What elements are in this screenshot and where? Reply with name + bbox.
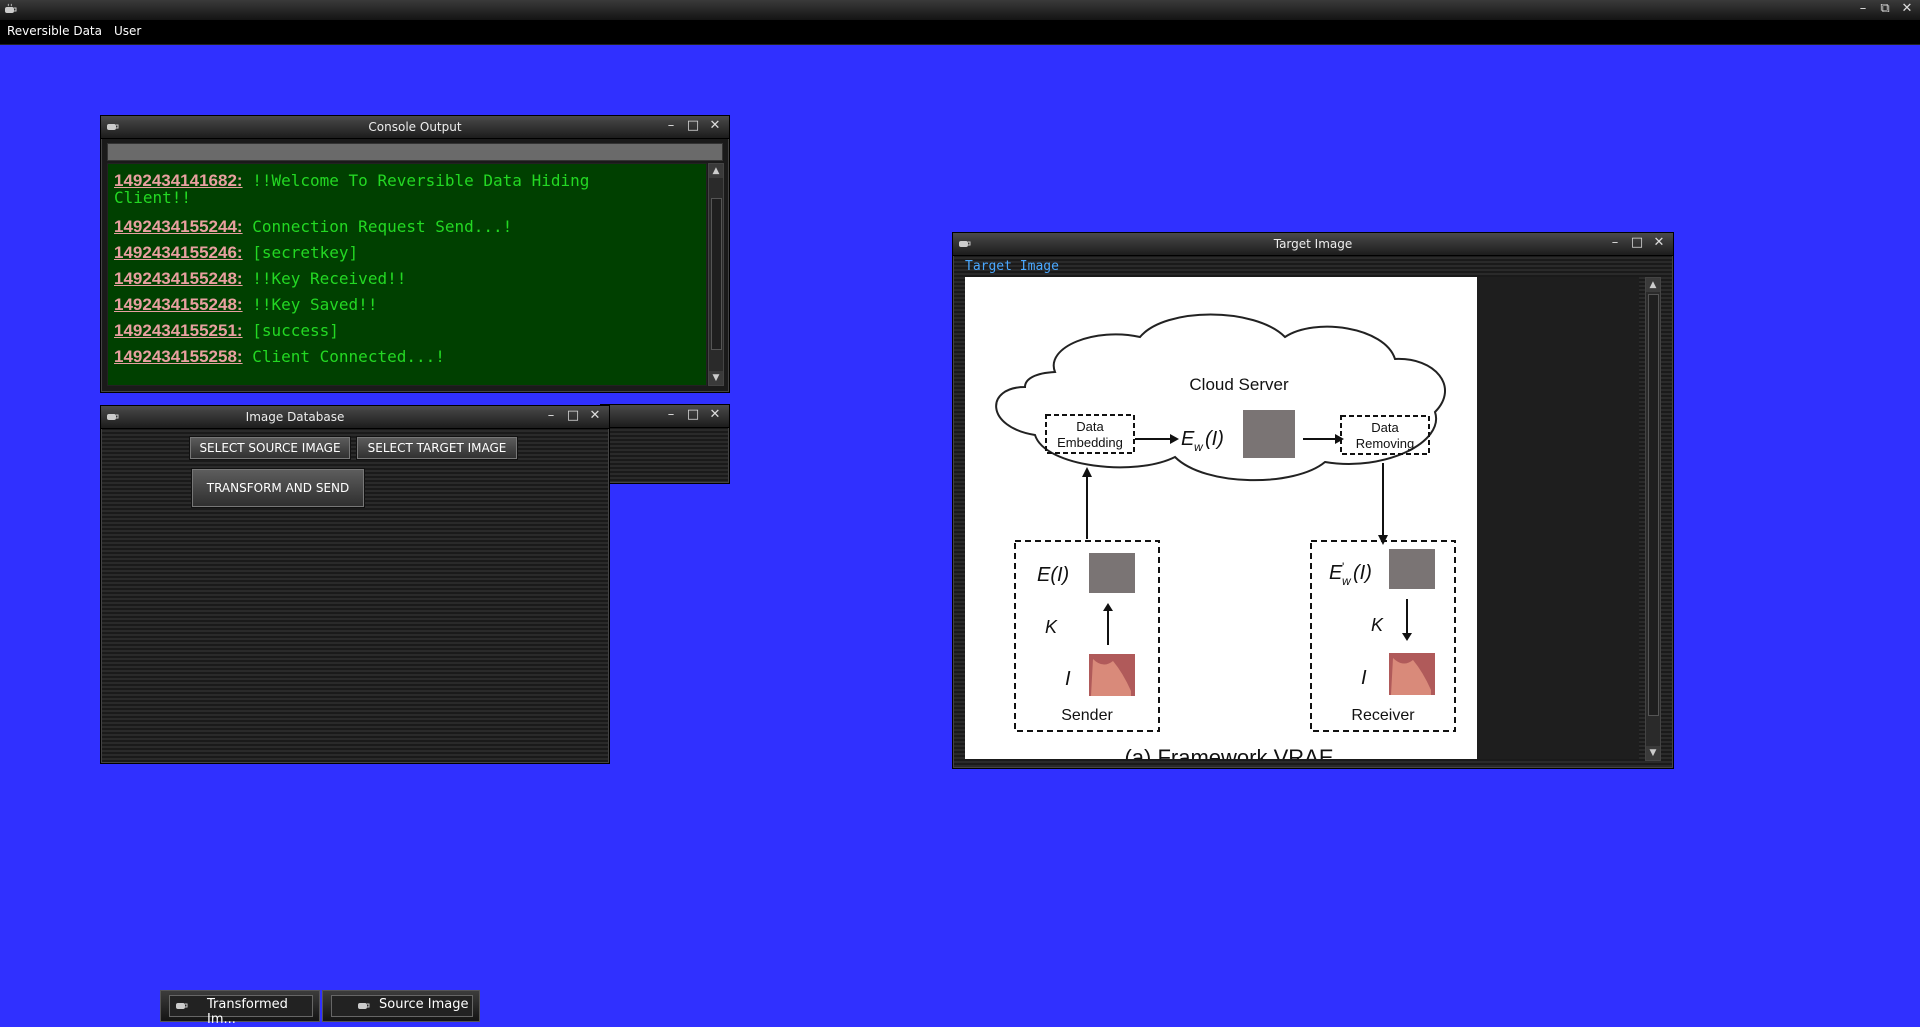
ew-subscript: w	[1194, 440, 1204, 454]
console-timestamp: 1492434155246:	[114, 243, 243, 262]
console-scrollbar[interactable]: ▲ ▼	[708, 163, 724, 386]
app-title-bar: – ⧉ ✕	[0, 0, 1920, 20]
maximize-button[interactable]: □	[685, 407, 701, 423]
console-line: 1492434155246: [secretkey]	[114, 240, 700, 266]
java-cup-icon	[5, 3, 17, 13]
target-image-title-bar[interactable]: Target Image – □ ✕	[953, 233, 1673, 256]
data-removing-label: Data	[1371, 420, 1399, 435]
menubar: Reversible Data User	[0, 20, 1920, 45]
figure-caption: (a) Framework VRAE	[1124, 745, 1333, 759]
select-source-image-button[interactable]: SELECT SOURCE IMAGE	[189, 436, 351, 460]
maximize-button[interactable]: □	[1629, 235, 1645, 251]
image-database-title: Image Database	[245, 410, 345, 424]
console-timestamp: 1492434155251:	[114, 321, 243, 340]
target-image-frame[interactable]: Target Image – □ ✕ Target Image Cloud Se…	[952, 232, 1674, 769]
iconified-frame-label: Source Image	[379, 997, 469, 1012]
console-message: !!Key Received!!	[252, 269, 407, 288]
menu-reversible-data[interactable]: Reversible Data	[0, 20, 107, 38]
console-message: Client!!	[114, 188, 192, 207]
target-image-scrollbar[interactable]: ▲ ▼	[1645, 277, 1661, 761]
console-message: [success]	[252, 321, 339, 340]
i-label: I	[1065, 668, 1071, 690]
image-viewport-empty	[1477, 277, 1639, 759]
maximize-button[interactable]: □	[685, 118, 701, 134]
app-close-button[interactable]: ✕	[1900, 1, 1914, 17]
encrypted-image-block	[1243, 410, 1295, 458]
iconified-frame-transformed-image[interactable]: Transformed Im...	[160, 990, 320, 1027]
maximize-button[interactable]: □	[565, 408, 581, 424]
ew-label: E	[1181, 428, 1195, 450]
app-minimize-button[interactable]: –	[1856, 1, 1870, 17]
scroll-up-icon[interactable]: ▲	[1646, 278, 1660, 292]
console-message: !!Welcome To Reversible Data Hiding	[252, 171, 590, 190]
console-line: 1492434155258: Client Connected...!	[114, 344, 700, 370]
menu-user[interactable]: User	[107, 20, 146, 38]
transform-and-send-button[interactable]: TRANSFORM AND SEND	[191, 468, 365, 508]
console-output-frame[interactable]: Console Output – □ ✕ 1492434141682: !!We…	[100, 115, 730, 393]
console-line: 1492434155248: !!Key Received!!	[114, 266, 700, 292]
data-embedding-label: Embedding	[1057, 435, 1123, 450]
close-button[interactable]: ✕	[707, 118, 723, 134]
background-frame[interactable]: – □ ✕	[600, 404, 730, 484]
console-text-area[interactable]: 1492434141682: !!Welcome To Reversible D…	[107, 163, 707, 386]
background-frame-title-bar[interactable]: – □ ✕	[601, 405, 729, 428]
image-database-frame[interactable]: Image Database – □ ✕ SELECT SOURCE IMAGE…	[100, 405, 610, 764]
cloud-shape	[995, 313, 1446, 482]
i-label: I	[1361, 667, 1367, 689]
data-embedding-label: Data	[1076, 419, 1104, 434]
data-removing-label: Removing	[1356, 436, 1415, 451]
console-message: Client Connected...!	[252, 347, 445, 366]
receiver-label: Receiver	[1351, 707, 1415, 724]
java-cup-icon	[176, 1003, 188, 1009]
ewp-label: E	[1329, 562, 1343, 584]
image-database-title-bar[interactable]: Image Database – □ ✕	[101, 406, 609, 429]
iconified-frame-source-image[interactable]: Source Image	[322, 990, 480, 1022]
console-timestamp: 1492434155248:	[114, 295, 243, 314]
target-image-title: Target Image	[1273, 237, 1353, 251]
iconified-frame-label: Transformed Im...	[207, 997, 288, 1027]
encrypted-image-block	[1089, 553, 1135, 593]
select-target-image-button[interactable]: SELECT TARGET IMAGE	[356, 436, 518, 460]
console-title-bar[interactable]: Console Output – □ ✕	[101, 116, 729, 139]
ewp-subscript: w	[1342, 574, 1352, 588]
scroll-down-icon[interactable]: ▼	[709, 371, 723, 385]
ewp-paren: (I)	[1353, 562, 1372, 584]
key-label: K	[1045, 617, 1058, 637]
ewp-superscript: '	[1342, 560, 1344, 574]
scrollbar-thumb[interactable]	[711, 198, 722, 350]
console-message: !!Key Saved!!	[252, 295, 378, 314]
scroll-down-icon[interactable]: ▼	[1646, 746, 1660, 760]
encrypted-image-block	[1389, 549, 1435, 589]
console-line: 1492434155248: !!Key Saved!!	[114, 292, 700, 318]
console-line: 1492434155244: Connection Request Send..…	[114, 214, 700, 240]
ew-paren: (I)	[1205, 428, 1224, 450]
app-maximize-button[interactable]: ⧉	[1878, 1, 1892, 17]
minimize-button[interactable]: –	[663, 407, 679, 423]
close-button[interactable]: ✕	[707, 407, 723, 423]
key-label: K	[1371, 615, 1384, 635]
close-button[interactable]: ✕	[587, 408, 603, 424]
target-image-label: Target Image	[965, 259, 1059, 274]
console-title: Console Output	[368, 120, 462, 134]
console-timestamp: 1492434155248:	[114, 269, 243, 288]
minimize-button[interactable]: –	[543, 408, 559, 424]
console-message: Connection Request Send...!	[252, 217, 513, 236]
scroll-up-icon[interactable]: ▲	[709, 164, 723, 178]
console-timestamp: 1492434155258:	[114, 347, 243, 366]
java-cup-icon	[358, 1003, 370, 1009]
cloud-server-label: Cloud Server	[1189, 375, 1289, 394]
ei-label: E(I)	[1037, 564, 1069, 586]
console-timestamp: 1492434155244:	[114, 217, 243, 236]
console-line: 1492434155251: [success]	[114, 318, 700, 344]
scrollbar-thumb[interactable]	[1648, 294, 1659, 716]
sender-label: Sender	[1061, 707, 1113, 724]
minimize-button[interactable]: –	[1607, 235, 1623, 251]
close-button[interactable]: ✕	[1651, 235, 1667, 251]
minimize-button[interactable]: –	[663, 118, 679, 134]
console-toolbar-strip	[107, 143, 723, 161]
console-message: [secretkey]	[252, 243, 359, 262]
target-image-picture: Cloud Server Data Embedding E w (I) Data…	[965, 277, 1477, 759]
